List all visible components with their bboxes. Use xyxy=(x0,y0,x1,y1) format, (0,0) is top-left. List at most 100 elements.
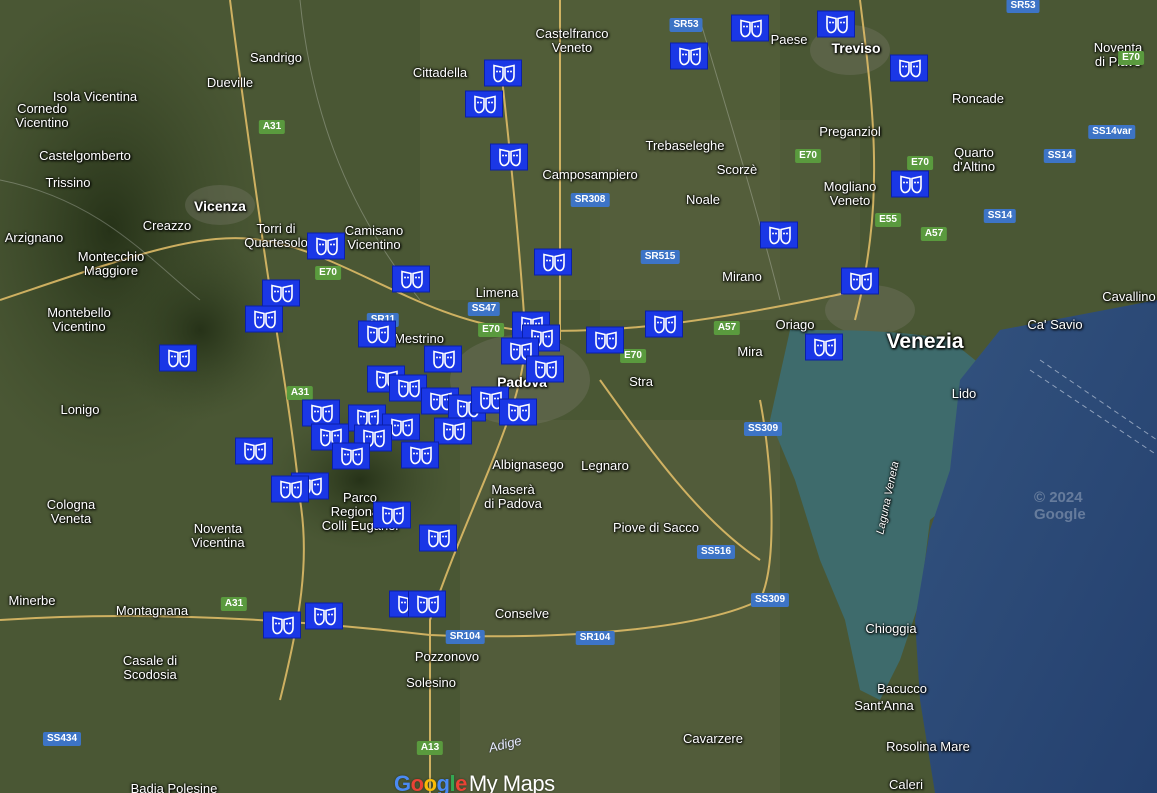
theater-marker[interactable] xyxy=(263,611,301,639)
place-label: Maserà di Padova xyxy=(484,482,542,511)
theatre-masks-icon xyxy=(850,272,872,291)
theater-marker[interactable] xyxy=(490,143,528,171)
theatre-masks-icon xyxy=(443,422,465,441)
place-label: Mogliano Veneto xyxy=(823,179,877,208)
theatre-masks-icon xyxy=(382,506,404,525)
theater-marker[interactable] xyxy=(332,442,370,470)
place-label: Venezia xyxy=(886,330,964,353)
theater-marker[interactable] xyxy=(645,310,683,338)
theater-marker[interactable] xyxy=(731,14,769,42)
theatre-masks-icon xyxy=(769,226,791,245)
place-label: Oriago xyxy=(775,317,815,332)
place-label: Dueville xyxy=(206,75,254,90)
place-label: Mirano xyxy=(722,269,762,284)
theatre-masks-icon xyxy=(428,529,450,548)
theatre-masks-icon xyxy=(543,253,565,272)
place-label: Caleri xyxy=(889,777,923,792)
place-label: Cittadella xyxy=(412,65,468,80)
place-label: Cavarzere xyxy=(683,731,743,746)
theatre-masks-icon xyxy=(740,19,762,38)
theater-marker[interactable] xyxy=(586,326,624,354)
place-label: Stra xyxy=(629,374,653,389)
theater-marker[interactable] xyxy=(534,248,572,276)
place-label: Bacucco xyxy=(877,681,927,696)
theatre-masks-icon xyxy=(244,442,266,461)
theater-marker[interactable] xyxy=(484,59,522,87)
logo-letter: e xyxy=(455,771,467,793)
theater-marker[interactable] xyxy=(245,305,283,333)
google-my-maps-logo[interactable]: GoogleMy Maps xyxy=(394,771,555,793)
theater-marker[interactable] xyxy=(305,602,343,630)
place-label: Pozzonovo xyxy=(414,649,480,664)
place-label: Albignasego xyxy=(492,457,564,472)
theater-marker[interactable] xyxy=(159,344,197,372)
theatre-masks-icon xyxy=(899,59,921,78)
logo-letter: g xyxy=(436,771,450,793)
theatre-masks-icon xyxy=(271,284,293,303)
theater-marker[interactable] xyxy=(890,54,928,82)
place-label: Trebaseleghe xyxy=(645,138,725,153)
theatre-masks-icon xyxy=(168,349,190,368)
theater-marker[interactable] xyxy=(841,267,879,295)
theater-marker[interactable] xyxy=(891,170,929,198)
theatre-masks-icon xyxy=(826,15,848,34)
place-label: Chioggia xyxy=(865,621,917,636)
place-label: Trissino xyxy=(45,175,91,190)
satellite-map[interactable]: Sandrigo Dueville Isola Vicentina Cornedo Vi… xyxy=(0,0,1157,793)
theater-marker[interactable] xyxy=(302,399,340,427)
theater-marker[interactable] xyxy=(817,10,855,38)
road-shield: SR53 xyxy=(669,18,703,32)
theater-marker[interactable] xyxy=(465,90,503,118)
theater-marker[interactable] xyxy=(526,355,564,383)
theater-marker[interactable] xyxy=(434,417,472,445)
theater-marker[interactable] xyxy=(392,265,430,293)
theater-marker[interactable] xyxy=(401,441,439,469)
place-label: Castelfranco Veneto xyxy=(535,26,609,55)
theater-marker[interactable] xyxy=(373,501,411,529)
theatre-masks-icon xyxy=(398,379,420,398)
road-shield: SR104 xyxy=(575,631,615,645)
map-copyright: © 2024 Google xyxy=(1034,489,1086,523)
road-shield: A57 xyxy=(713,321,741,335)
theater-marker[interactable] xyxy=(408,590,446,618)
place-label: Montecchio Maggiore xyxy=(77,249,145,278)
theatre-masks-icon xyxy=(417,595,439,614)
theater-marker[interactable] xyxy=(419,524,457,552)
theater-marker[interactable] xyxy=(271,475,309,503)
road-shield: SS47 xyxy=(467,302,501,316)
place-label: Piove di Sacco xyxy=(613,520,699,535)
road-shield: E70 xyxy=(478,323,504,337)
theatre-masks-icon xyxy=(535,360,557,379)
theater-marker[interactable] xyxy=(499,398,537,426)
place-label: Vicenza xyxy=(194,198,246,214)
place-label: Casale di Scodosia xyxy=(122,653,178,682)
road-shield: E70 xyxy=(315,266,341,280)
place-label: Rosolina Mare xyxy=(886,739,970,754)
theatre-masks-icon xyxy=(280,480,302,499)
place-label: Preganziol xyxy=(819,124,881,139)
road-shield: SS14 xyxy=(1043,149,1077,163)
road-shield: E70 xyxy=(907,156,933,170)
theater-marker[interactable] xyxy=(424,345,462,373)
place-label: Camposampiero xyxy=(542,167,638,182)
road-shield: SS434 xyxy=(42,732,82,746)
place-label: Noale xyxy=(686,192,720,207)
theater-marker[interactable] xyxy=(262,279,300,307)
theater-marker[interactable] xyxy=(805,333,843,361)
place-label: Mestrino xyxy=(394,331,444,346)
road-shield: SR515 xyxy=(640,250,680,264)
place-label: Paese xyxy=(770,32,808,47)
theater-marker[interactable] xyxy=(307,232,345,260)
theater-marker[interactable] xyxy=(235,437,273,465)
road-shield: SS14var xyxy=(1088,125,1136,139)
theatre-masks-icon xyxy=(316,237,338,256)
place-label: Noventa Vicentina xyxy=(191,521,245,550)
theater-marker[interactable] xyxy=(358,320,396,348)
theater-marker[interactable] xyxy=(760,221,798,249)
road-shield: A57 xyxy=(920,227,948,241)
road-shield: SR104 xyxy=(445,630,485,644)
theater-marker[interactable] xyxy=(670,42,708,70)
road-shield: SS309 xyxy=(743,422,783,436)
place-label: Badia Polesine xyxy=(130,781,218,793)
road-shield: A31 xyxy=(286,386,314,400)
